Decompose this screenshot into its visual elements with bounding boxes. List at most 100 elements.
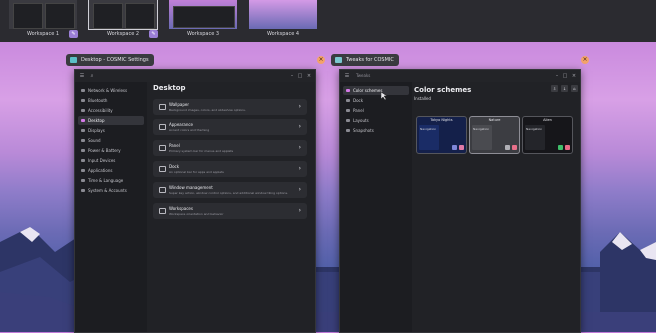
sidebar-item-dock[interactable]: Dock [343,96,409,105]
sidebar-item-label: Displays [88,128,105,133]
sidebar-item-displays[interactable]: Displays [78,126,144,135]
maximize-icon[interactable]: □ [562,73,568,79]
delete-icon[interactable] [512,145,517,150]
settings-app-icon [70,57,77,63]
search-placeholder[interactable]: Tweaks [356,73,370,78]
sidebar-item-system[interactable]: System & Accounts [78,186,144,195]
card-window-management[interactable]: Window management Super key action, wind… [153,182,307,198]
wallpaper-icon [159,104,166,110]
card-appearance[interactable]: Appearance Accent colors and theming › [153,119,307,135]
workspace-3[interactable]: Workspace 3 [166,0,240,40]
page-title: Desktop [153,84,186,92]
close-icon[interactable]: × [571,73,577,79]
delete-icon[interactable] [459,145,464,150]
edit-icon[interactable] [558,145,563,150]
section-label: Installed [414,96,432,101]
sidebar-item-snapshots[interactable]: Snapshots [343,126,409,135]
sidebar-item-label: Panel [353,108,364,113]
card-dock[interactable]: Dock An optional bar for apps and applet… [153,161,307,177]
sidebar-item-label: Desktop [88,118,105,123]
settings-window-title[interactable]: Desktop - COSMIC Settings [66,54,154,66]
speaker-icon [81,139,85,142]
card-workspaces[interactable]: Workspaces Workspace orientation and beh… [153,203,307,219]
sidebar-item-applications[interactable]: Applications [78,166,144,175]
workspace-4-thumbnail[interactable] [249,0,317,29]
card-title: Panel [169,143,180,148]
scheme-nav-label: Navigation [526,127,543,131]
sidebar-toggle-icon[interactable]: ☰ [79,73,85,79]
import-icon[interactable]: ⇩ [551,85,558,92]
search-icon[interactable]: ⌕ [89,73,95,79]
workspace-2-thumbnail[interactable] [88,0,158,30]
card-title: Appearance [169,122,194,127]
pin-icon[interactable]: ✎ [69,30,78,38]
scheme-card-tokyo-nights[interactable]: Tokyo Nights Navigation [416,116,467,154]
minimize-icon[interactable]: – [554,73,560,79]
workspaces-bar: Workspace 1 ✎ Workspace 2 ✎ Workspace 3 … [0,0,656,42]
card-wallpaper[interactable]: Wallpaper Background images, colors, and… [153,99,307,115]
mouse-cursor-icon [381,92,387,100]
card-panel[interactable]: Panel Primary system bar for menus and a… [153,140,307,156]
palette-icon [159,124,166,130]
scheme-name: Tokyo Nights [430,118,453,122]
workspace-3-thumbnail[interactable] [169,0,237,29]
workspace-1-thumbnail[interactable] [9,0,77,29]
sidebar-item-power[interactable]: Power & Battery [78,146,144,155]
bluetooth-icon [81,99,85,102]
settings-window: ☰ ⌕ – □ × Network & Wireless Bluetooth A… [74,69,316,333]
sidebar-item-desktop[interactable]: Desktop [78,116,144,125]
settings-header: ☰ ⌕ – □ × [75,70,315,82]
card-title: Window management [169,185,213,190]
save-icon[interactable]: ⌂ [571,85,578,92]
window-icon [159,187,166,193]
workspace-4[interactable]: Workspace 4 [246,0,320,40]
sidebar-item-label: System & Accounts [88,188,127,193]
sidebar-item-panel[interactable]: Panel [343,106,409,115]
workspace-1[interactable]: Workspace 1 ✎ [6,0,80,40]
card-subtitle: Workspace orientation and behavior [169,212,224,216]
apps-icon [81,169,85,172]
sidebar-item-color-schemes[interactable]: Color schemes [343,86,409,95]
tweaks-close-icon[interactable]: × [581,56,589,64]
scheme-name: Nature [488,118,501,122]
edit-icon[interactable] [505,145,510,150]
sidebar-item-label: Applications [88,168,113,173]
card-subtitle: Primary system bar for menus and applets [169,149,234,153]
sidebar-item-bluetooth[interactable]: Bluetooth [78,96,144,105]
download-icon[interactable]: ↓ [561,85,568,92]
sidebar-item-sound[interactable]: Sound [78,136,144,145]
sidebar-item-accessibility[interactable]: Accessibility [78,106,144,115]
scheme-card-nature[interactable]: Nature Navigation [469,116,520,154]
sidebar-item-network[interactable]: Network & Wireless [78,86,144,95]
scheme-nav-label: Navigation [473,127,490,131]
edit-icon[interactable] [452,145,457,150]
battery-icon [81,149,85,152]
sidebar-item-label: Power & Battery [88,148,121,153]
settings-main: Desktop Wallpaper Background images, col… [147,82,315,332]
clock-icon [81,179,85,182]
card-subtitle: Super key action, window control options… [169,191,288,195]
display-icon [81,129,85,132]
close-icon[interactable]: × [306,73,312,79]
chevron-right-icon: › [298,144,301,151]
settings-close-icon[interactable]: × [317,56,325,64]
sidebar-toggle-icon[interactable]: ☰ [344,73,350,79]
sidebar-item-input[interactable]: Input Devices [78,156,144,165]
workspace-2[interactable]: Workspace 2 ✎ [86,0,160,40]
sidebar-item-layouts[interactable]: Layouts [343,116,409,125]
scheme-name: Alien [543,118,552,122]
card-title: Workspaces [169,206,193,211]
dock-icon [159,166,166,172]
card-title: Wallpaper [169,102,190,107]
chevron-right-icon: › [298,165,301,172]
palette-icon [346,89,350,92]
tweaks-window-title[interactable]: Tweaks for COSMIC [331,54,399,66]
maximize-icon[interactable]: □ [297,73,303,79]
scheme-card-alien[interactable]: Alien Navigation [522,116,573,154]
sidebar-item-time[interactable]: Time & Language [78,176,144,185]
pin-icon[interactable]: ✎ [149,30,158,38]
chevron-right-icon: › [298,186,301,193]
delete-icon[interactable] [565,145,570,150]
minimize-icon[interactable]: – [289,73,295,79]
sidebar-item-label: Snapshots [353,128,374,133]
